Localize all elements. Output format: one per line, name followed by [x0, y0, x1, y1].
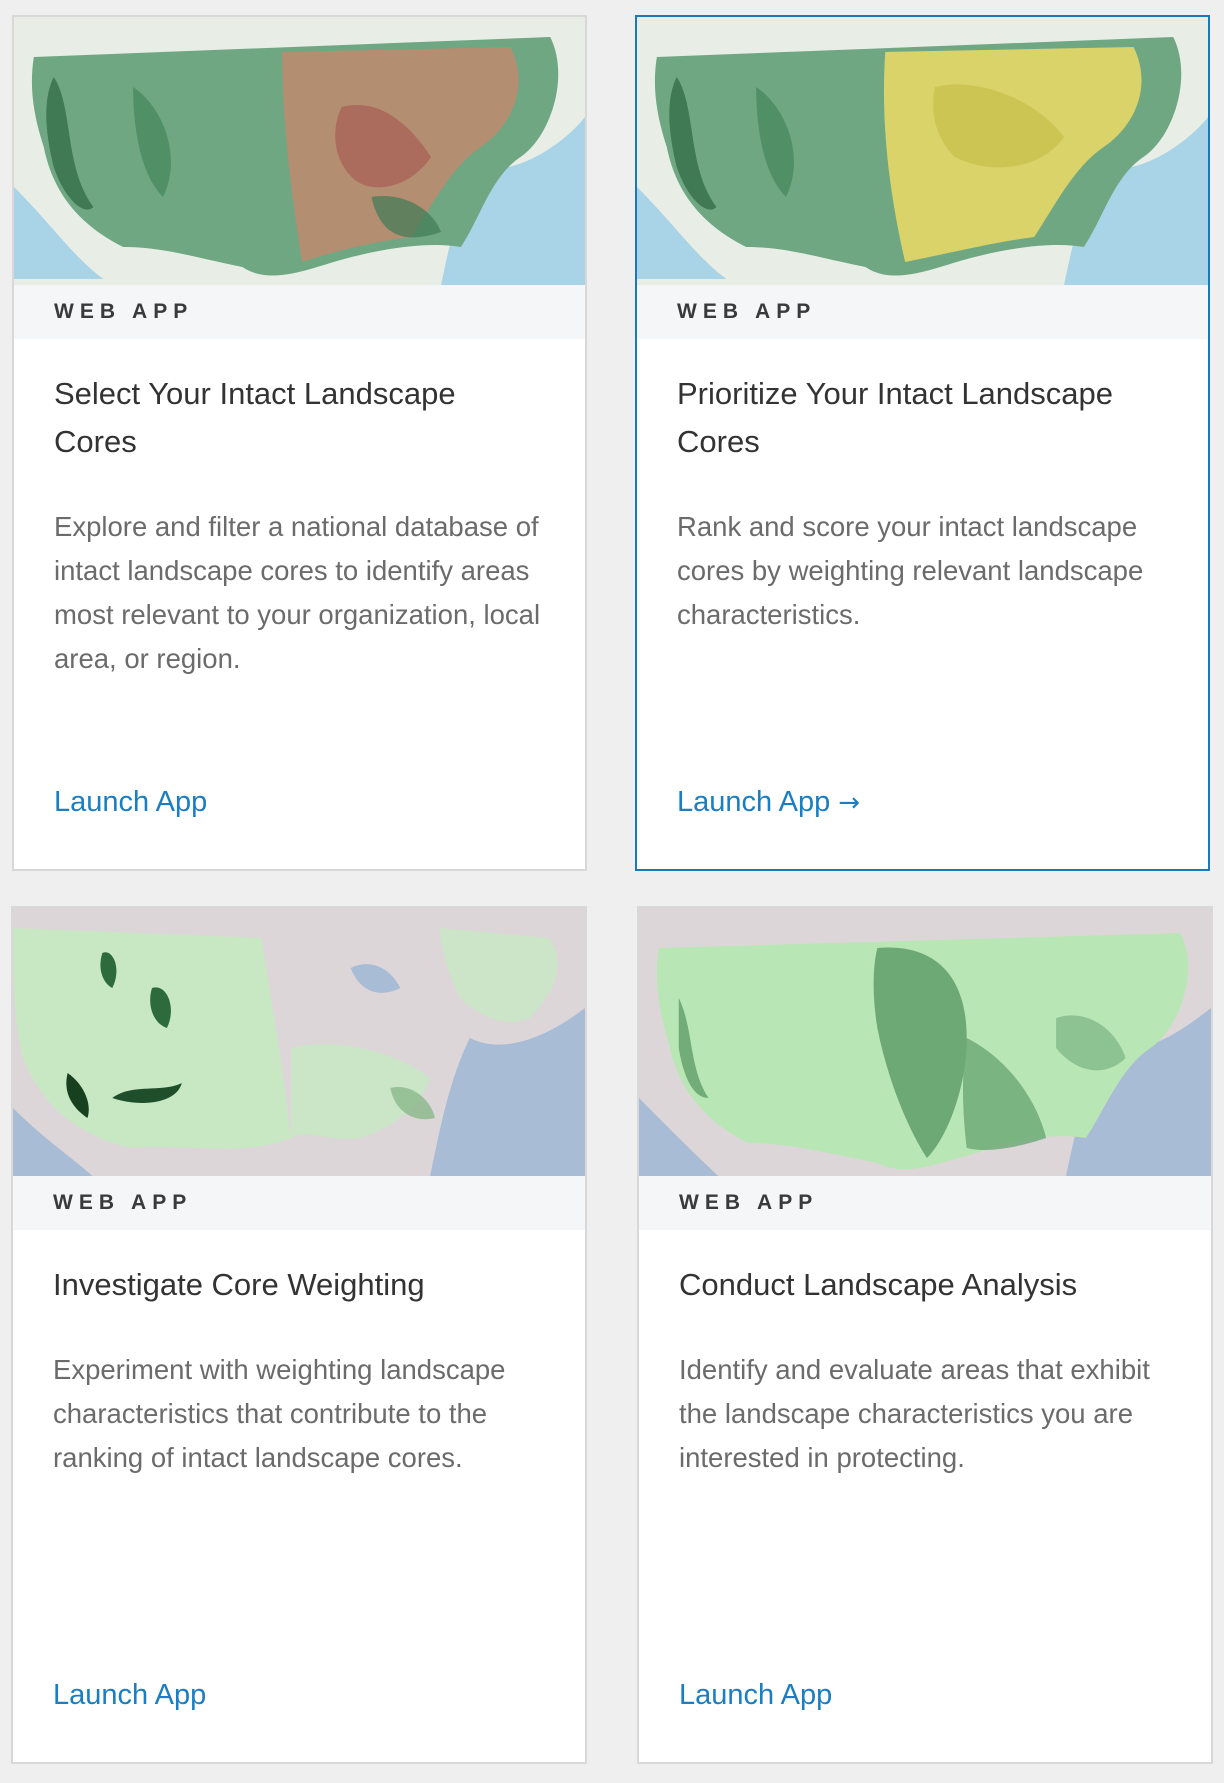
- map-thumbnail: [13, 908, 585, 1176]
- arrow-right-icon: →: [838, 788, 860, 818]
- launch-app-label: Launch App: [677, 786, 831, 818]
- card-kind-label: WEB APP: [639, 1176, 1211, 1230]
- card-description: Experiment with weighting landscape char…: [53, 1354, 506, 1473]
- card-kind-label: WEB APP: [13, 1176, 585, 1230]
- launch-app-link[interactable]: Launch App: [54, 786, 207, 819]
- launch-app-label: Launch App: [54, 786, 208, 818]
- launch-app-link[interactable]: Launch App: [53, 1679, 206, 1712]
- map-thumbnail: [637, 17, 1208, 285]
- map-thumbnail: [14, 17, 585, 285]
- app-card-core-weighting[interactable]: WEB APP Investigate Core Weighting Exper…: [11, 906, 587, 1764]
- map-thumbnail: [639, 908, 1211, 1176]
- launch-app-label: Launch App: [53, 1679, 207, 1711]
- app-card-prioritize-cores[interactable]: WEB APP Prioritize Your Intact Landscape…: [635, 15, 1210, 871]
- card-title: Conduct Landscape Analysis: [679, 1267, 1078, 1302]
- app-card-select-cores[interactable]: WEB APP Select Your Intact Landscape Cor…: [12, 15, 587, 871]
- card-kind-label: WEB APP: [637, 285, 1208, 339]
- card-title: Select Your Intact Landscape Cores: [54, 376, 456, 459]
- launch-app-link[interactable]: Launch App: [679, 1679, 832, 1712]
- card-title: Prioritize Your Intact Landscape Cores: [677, 376, 1113, 459]
- card-description: Rank and score your intact landscape cor…: [677, 511, 1144, 630]
- app-card-landscape-analysis[interactable]: WEB APP Conduct Landscape Analysis Ident…: [637, 906, 1213, 1764]
- card-description: Explore and filter a national database o…: [54, 511, 541, 674]
- card-kind-label: WEB APP: [14, 285, 585, 339]
- card-description: Identify and evaluate areas that exhibit…: [679, 1354, 1150, 1473]
- card-title: Investigate Core Weighting: [53, 1267, 425, 1302]
- launch-app-label: Launch App: [679, 1679, 833, 1711]
- launch-app-link[interactable]: Launch App →: [677, 786, 860, 819]
